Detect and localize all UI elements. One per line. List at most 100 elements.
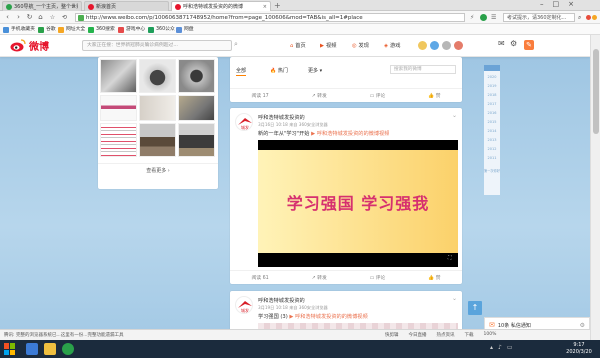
bookmark-item[interactable]: 手机收藏夹 [3,26,35,33]
gear-icon[interactable]: ⚙ [510,39,517,48]
home-icon[interactable]: ⌂ [36,13,45,22]
nav-discover[interactable]: ◎ 发现 [352,40,369,52]
album-photo[interactable] [139,95,176,121]
comment-button[interactable]: ▭ 评论 [370,274,386,281]
file-explorer-icon[interactable] [44,343,56,355]
post-menu-icon[interactable]: ⌄ [452,112,457,119]
history-icon[interactable]: ⟲ [60,13,69,22]
album-photo[interactable] [100,59,137,93]
like-button[interactable]: 👍 赞 [428,92,440,99]
filter-tab-hot[interactable]: 🔥 热门 [270,67,288,74]
windows-start-icon[interactable] [4,343,16,355]
tab-weibo[interactable]: 呼和浩特城发投资的的微博 × [171,1,271,11]
weibo-logo[interactable]: 微博 [10,38,49,53]
repost-button[interactable]: ↗ 转发 [312,92,327,99]
fullscreen-icon[interactable]: ⛶ [448,255,452,261]
nav-game[interactable]: ◈ 游戏 [384,40,400,52]
clock[interactable]: 9:17 2020/3/20 [560,342,598,356]
shield-icon[interactable] [480,14,487,21]
album-photo[interactable] [100,95,137,121]
window-controls[interactable]: –□× [540,0,583,8]
timeline-year[interactable]: 2019 [484,84,500,88]
bookmark-item[interactable]: 谷歌 [38,26,56,33]
album-photo[interactable] [139,59,176,93]
view-more-link[interactable]: 查看更多 › [98,163,218,174]
timeline-year[interactable]: 2012 [484,147,500,151]
status-item[interactable]: 快剪辑 [385,332,399,338]
filter-more-dropdown[interactable]: 更多 ▾ [308,67,322,74]
like-button[interactable]: 👍 赞 [428,274,440,281]
chat-settings-icon[interactable]: ⚙ [580,322,585,329]
album-photo[interactable] [178,95,215,121]
nav-home[interactable]: ⌂ 首页 [290,40,306,52]
nav-video[interactable]: ▶ 视频 [320,40,336,52]
url-input[interactable]: http://www.weibo.com/p/1006063871748952/… [75,13,465,22]
360-browser-icon[interactable] [62,343,74,355]
filter-tab-all[interactable]: 全部 [236,67,247,76]
album-photo[interactable] [178,59,215,93]
search-icon[interactable]: ⌕ [578,14,581,22]
timeline-year[interactable]: 2013 [484,138,500,142]
album-photo[interactable] [178,123,215,157]
close-tab-icon[interactable]: × [263,4,267,10]
timeline-year[interactable]: 2017 [484,102,500,106]
post-author[interactable]: 呼和浩特城发投资的 [258,114,305,121]
timeline-year[interactable]: 2015 [484,120,500,124]
new-tab-button[interactable]: + [274,1,281,10]
timeline-first-hello[interactable]: 第一次你好 [484,168,500,173]
refresh-icon[interactable]: ↻ [25,13,34,22]
status-item[interactable]: 热点资讯 [437,332,455,338]
video-link[interactable]: ▶ 呼和浩特城发投资的的微博视频 [311,131,389,137]
timeline-year[interactable]: 2011 [484,156,500,160]
bookmark-item[interactable]: 网盘 [176,26,194,33]
video-player[interactable]: 学习强国 学习强我 ⛶ [258,140,458,267]
tab-sina[interactable]: 新浪首页 [84,1,169,11]
volume-icon[interactable]: ♪ [498,344,502,351]
zoom-level[interactable]: 100% [484,332,497,338]
avatar[interactable] [430,41,439,50]
extension-red-icon[interactable] [586,15,591,20]
weibo-search-input[interactable]: 大家正在搜：世界新冠肺炎确诊病例超过... [82,40,232,51]
my-weibo-search-input[interactable]: 搜索我的微博 [390,65,456,74]
timeline-year[interactable]: 2014 [484,129,500,133]
avatar[interactable]: 城发 [235,296,253,314]
view-count: 阅读 61 [251,275,269,281]
network-icon[interactable]: ▴ [490,344,493,351]
video-link[interactable]: ▶ 呼和浩特城发投资的的微博视频 [289,314,367,320]
bookmark-item[interactable]: 网址大全 [58,26,85,33]
search-icon[interactable]: ⌕ [234,40,238,49]
lightning-icon[interactable]: ⚡ [470,14,474,21]
messages-icon[interactable]: ✉ [498,39,505,48]
album-photo[interactable] [139,123,176,157]
back-icon[interactable]: ‹ [3,13,12,22]
status-item[interactable]: 下载 [465,332,474,338]
bookmark-item[interactable]: 360搜索 [88,26,115,33]
post-menu-icon[interactable]: ⌄ [452,295,457,302]
browser-search-input[interactable]: 考试提示，请360定制化... [503,13,575,22]
post-author[interactable]: 呼和浩特城发投资的 [258,297,305,304]
extension-orange-icon[interactable] [592,15,597,20]
forward-icon[interactable]: › [14,13,23,22]
ie-icon[interactable] [26,343,38,355]
tab-360-nav[interactable]: 360导航_一个主页，整个世界 [2,1,82,11]
bookmark-item[interactable]: 游戏中心 [118,26,145,33]
back-to-top-button[interactable]: ↑ [468,301,482,315]
timeline-year[interactable]: 2016 [484,111,500,115]
avatar[interactable]: 城发 [235,113,253,131]
avatar[interactable] [442,41,451,50]
repost-button[interactable]: ↗ 转发 [312,274,327,281]
timeline-year[interactable]: 2020 [484,75,500,79]
timeline-year[interactable]: 2018 [484,93,500,97]
page-scrollbar[interactable] [590,35,600,340]
avatar[interactable] [454,41,463,50]
menu-dots-icon[interactable]: ☰ [491,14,496,21]
bookmark-item[interactable]: 360公众 [148,26,175,33]
battery-icon[interactable]: ▭ [507,344,513,351]
avatar[interactable] [418,41,427,50]
scrollbar-thumb[interactable] [593,49,599,134]
star-icon[interactable]: ☆ [48,13,57,22]
comment-button[interactable]: ▭ 评论 [370,92,386,99]
status-item[interactable]: 今日直播 [409,332,427,338]
album-photo[interactable] [100,123,137,157]
compose-icon[interactable]: ✎ [524,40,534,50]
